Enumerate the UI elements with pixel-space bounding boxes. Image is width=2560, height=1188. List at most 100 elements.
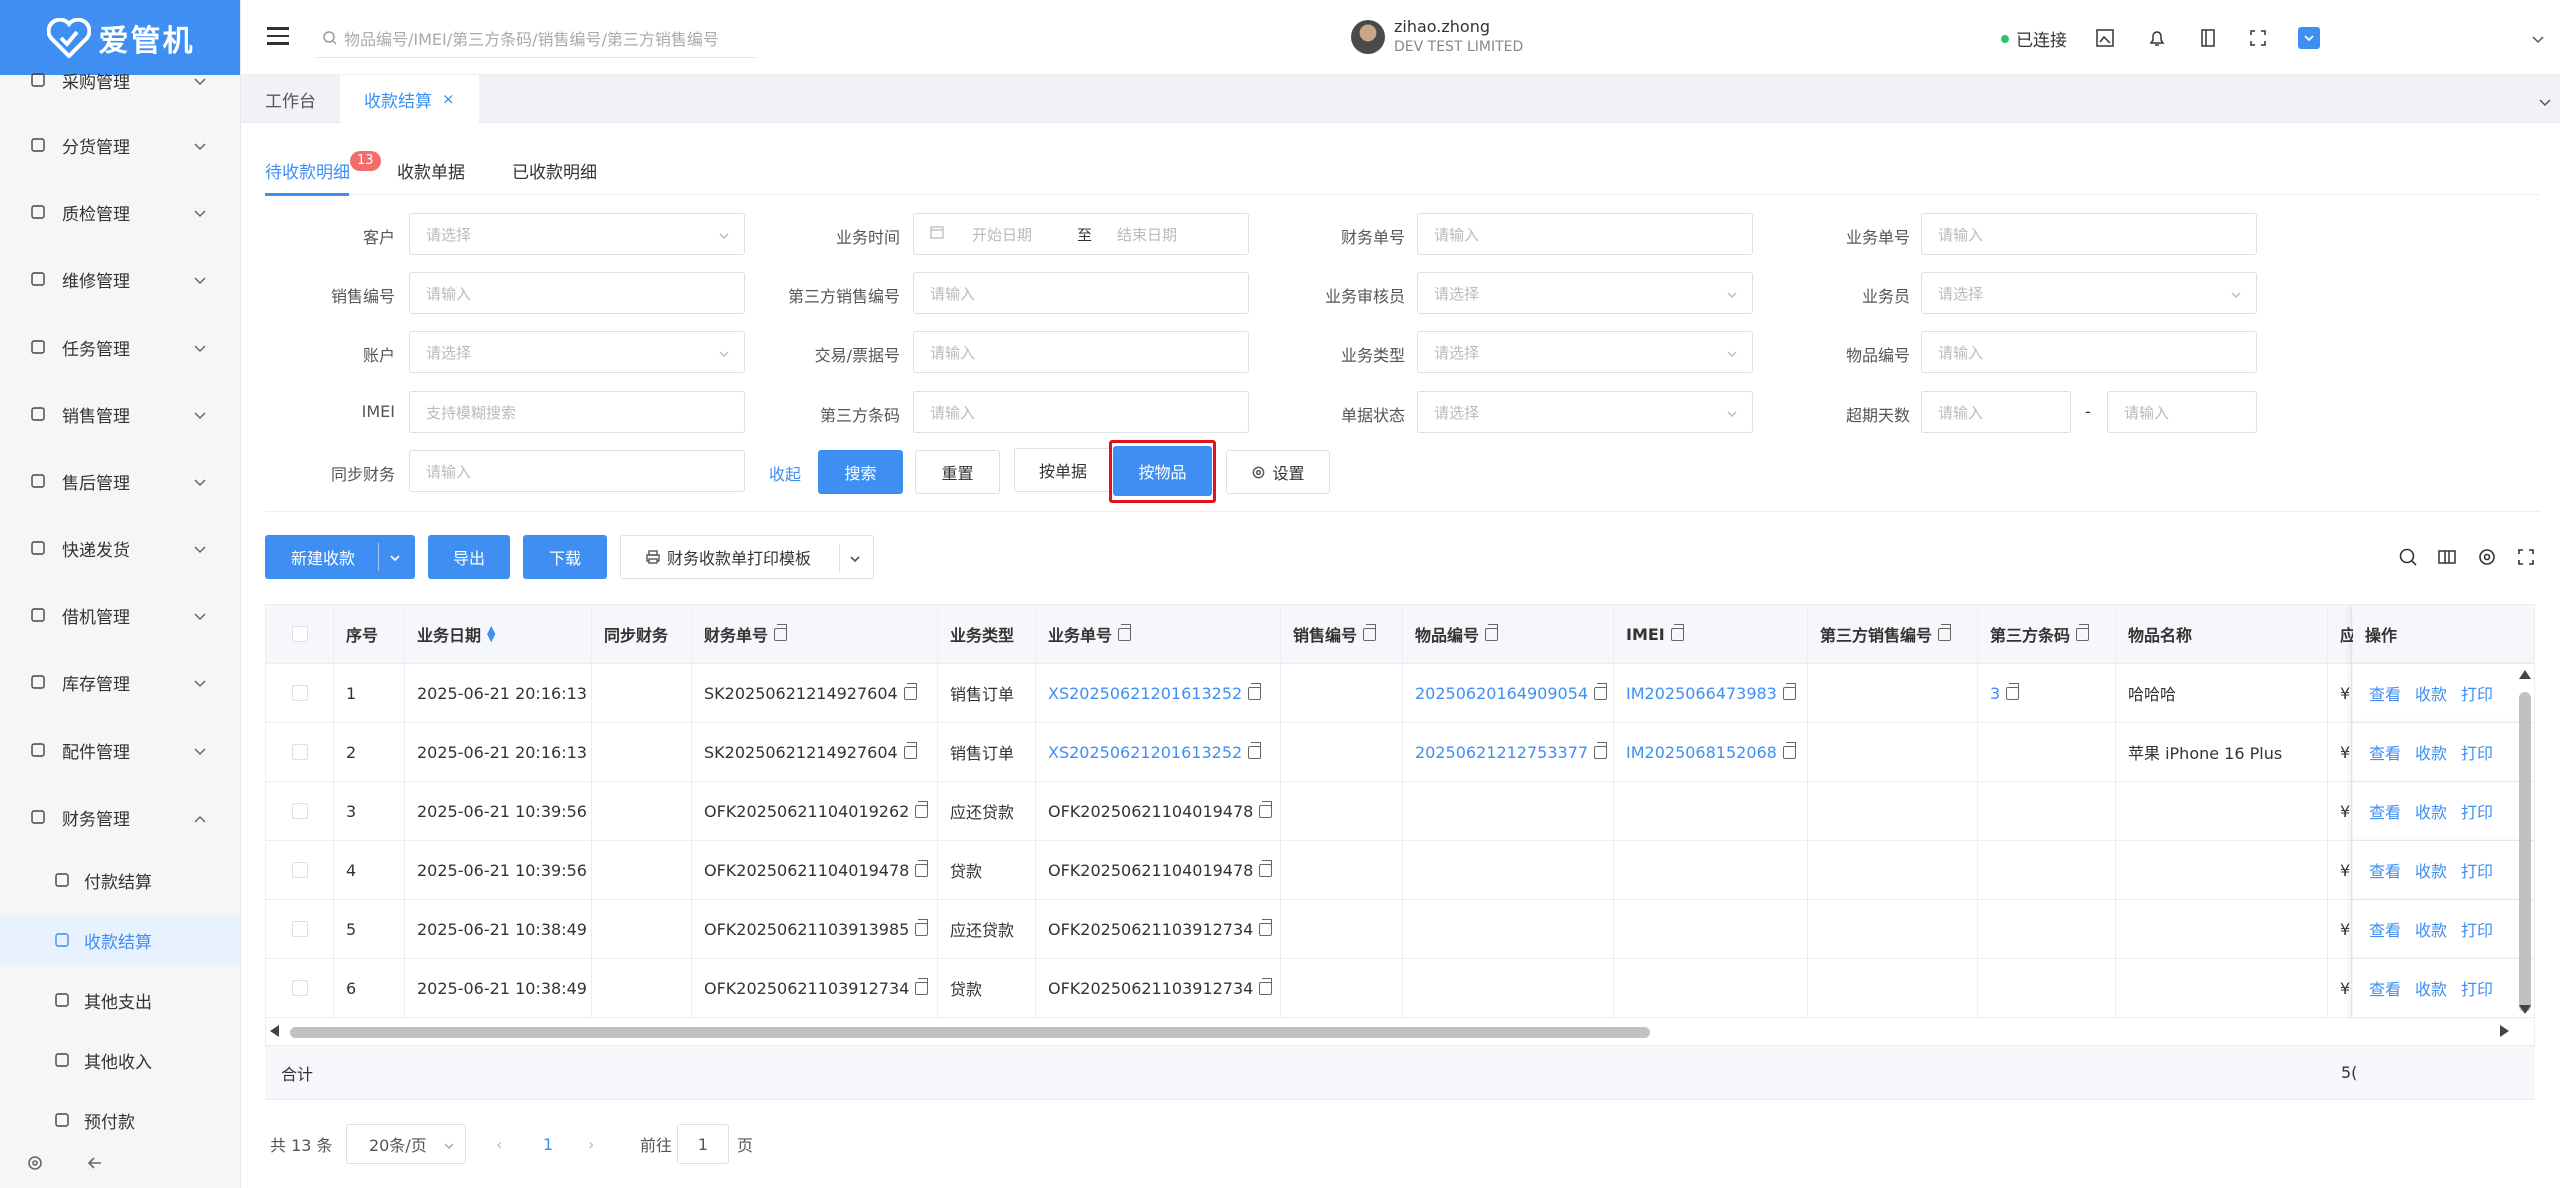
copy-icon[interactable] [915,918,929,936]
scroll-left-arrow-icon[interactable] [270,1025,279,1037]
tabs-chevron-down-icon[interactable] [2538,93,2552,112]
horizontal-scrollbar[interactable] [290,1027,1650,1038]
copy-icon[interactable] [1259,800,1273,818]
filter-biz_no-input[interactable]: 请输入 [1921,213,2257,255]
copy-icon[interactable] [1594,741,1608,759]
copy-icon[interactable] [2006,682,2020,700]
filter-overdue-max-input[interactable]: 请输入 [2107,391,2257,433]
row-checkbox-cell[interactable] [266,841,334,900]
vertical-scrollbar[interactable] [2519,692,2531,1012]
book-icon[interactable] [2194,24,2222,52]
action-view-link[interactable]: 查看 [2369,858,2401,882]
copy-icon[interactable] [1670,623,1684,641]
action-print-link[interactable]: 打印 [2461,740,2493,764]
cell-imei[interactable]: IM2025068152068 [1614,723,1808,782]
prev-page-icon[interactable]: ‹ [496,1124,502,1164]
filter-imei-input[interactable]: 支持模糊搜索 [409,391,745,433]
fullscreen-icon[interactable] [2244,24,2272,52]
row-checkbox-cell[interactable] [266,782,334,841]
avatar[interactable] [1351,20,1385,54]
sidebar-subitem-3[interactable]: 其他收入 [0,1035,240,1085]
print-template-button[interactable]: 财务收款单打印模板 [620,535,874,579]
action-print-link[interactable]: 打印 [2461,976,2493,1000]
row-checkbox[interactable] [291,685,308,701]
sidebar-subitem-2[interactable]: 其他支出 [0,975,240,1025]
row-checkbox[interactable] [291,803,308,819]
new-dropdown-chevron-icon[interactable] [389,549,401,568]
sidebar-item-6[interactable]: 售后管理 [0,457,240,505]
row-checkbox[interactable] [291,744,308,760]
user-chevron-down-icon[interactable] [2531,30,2545,49]
settings-button[interactable]: 设置 [1226,450,1330,494]
cell-imei[interactable]: IM2025066473983 [1614,664,1808,723]
cell-item[interactable]: 20250620164909054 [1403,664,1614,723]
copy-icon[interactable] [915,800,929,818]
collapse-link[interactable]: 收起 [769,461,801,485]
collapse-arrow-icon[interactable] [86,1154,104,1176]
action-print-link[interactable]: 打印 [2461,799,2493,823]
scroll-down-arrow-icon[interactable] [2519,1005,2531,1014]
table-settings-gear-icon[interactable] [2473,543,2501,571]
action-print-link[interactable]: 打印 [2461,681,2493,705]
reset-button[interactable]: 重置 [915,450,1000,494]
action-collect-link[interactable]: 收款 [2415,976,2447,1000]
row-checkbox-cell[interactable] [266,900,334,959]
filter-finance_no-input[interactable]: 请输入 [1417,213,1753,255]
row-checkbox-cell[interactable] [266,959,334,1018]
copy-icon[interactable] [1248,741,1262,759]
user-info[interactable]: zihao.zhong DEV TEST LIMITED [1394,17,1523,57]
copy-icon[interactable] [1118,623,1132,641]
copy-icon[interactable] [915,977,929,995]
copy-icon[interactable] [1259,977,1273,995]
sidebar-item-2[interactable]: 质检管理 [0,188,240,236]
filter-trade_no-input[interactable]: 请输入 [913,331,1249,373]
close-icon[interactable]: × [442,90,455,108]
columns-icon[interactable] [2433,543,2461,571]
sidebar-item-8[interactable]: 借机管理 [0,591,240,639]
dropdown-badge-icon[interactable] [2295,24,2323,52]
copy-icon[interactable] [1259,918,1273,936]
select-all-checkbox[interactable] [291,626,308,642]
subtab-received[interactable]: 已收款明细 [512,158,597,183]
sidebar-item-4[interactable]: 任务管理 [0,323,240,371]
sidebar-item-9[interactable]: 库存管理 [0,658,240,706]
image-icon[interactable] [2091,24,2119,52]
row-checkbox[interactable] [291,862,308,878]
export-button[interactable]: 导出 [428,535,510,579]
filter-doc_status-input[interactable]: 请选择 [1417,391,1753,433]
action-view-link[interactable]: 查看 [2369,917,2401,941]
copy-icon[interactable] [903,682,917,700]
bell-icon[interactable] [2143,24,2171,52]
cell-biz[interactable]: XS20250621201613252 [1036,723,1281,782]
sidebar-subitem-4[interactable]: 预付款 [0,1095,240,1145]
sidebar-item-0[interactable]: 采购管理 [0,56,240,104]
cell-biz[interactable]: XS20250621201613252 [1036,664,1281,723]
page-size-select[interactable]: 20条/页 [346,1124,466,1164]
row-checkbox-cell[interactable] [266,664,334,723]
search-button[interactable]: 搜索 [818,450,903,494]
table-search-icon[interactable] [2394,543,2422,571]
action-view-link[interactable]: 查看 [2369,740,2401,764]
row-checkbox[interactable] [291,921,308,937]
filter-third_sales_no-input[interactable]: 请输入 [913,272,1249,314]
select-all-checkbox-cell[interactable] [266,605,334,664]
copy-icon[interactable] [1248,682,1262,700]
print-dropdown-chevron-icon[interactable] [849,550,861,569]
row-checkbox-cell[interactable] [266,723,334,782]
tab-receipt-settlement[interactable]: 收款结算 × [340,75,479,123]
filter-biz-time-range[interactable]: 开始日期 至 结束日期 [913,213,1249,255]
hamburger-menu-icon[interactable] [267,27,289,45]
subtab-pending[interactable]: 待收款明细 [265,158,350,183]
action-collect-link[interactable]: 收款 [2415,917,2447,941]
sidebar-item-10[interactable]: 配件管理 [0,726,240,774]
copy-icon[interactable] [2076,623,2090,641]
action-print-link[interactable]: 打印 [2461,858,2493,882]
action-print-link[interactable]: 打印 [2461,917,2493,941]
filter-sales_no-input[interactable]: 请输入 [409,272,745,314]
filter-reviewer-input[interactable]: 请选择 [1417,272,1753,314]
action-collect-link[interactable]: 收款 [2415,681,2447,705]
download-button[interactable]: 下载 [523,535,607,579]
copy-icon[interactable] [774,623,788,641]
column-header-date[interactable]: 业务日期 ▲ ▼ [405,605,592,664]
copy-icon[interactable] [1594,682,1608,700]
